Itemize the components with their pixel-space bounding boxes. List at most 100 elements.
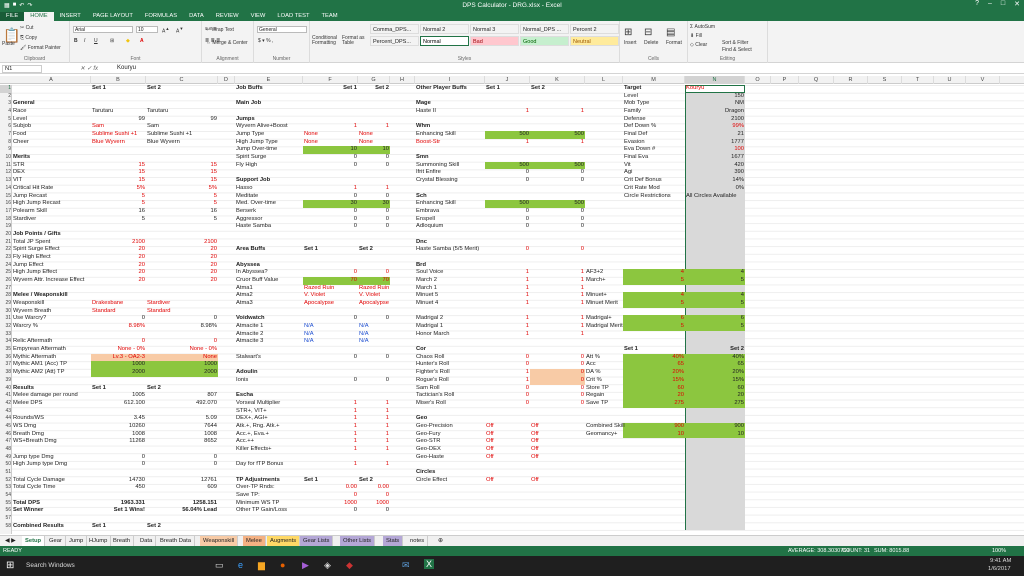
row-header-12[interactable]: 12 bbox=[0, 169, 12, 177]
column-header-T[interactable]: T bbox=[902, 76, 934, 84]
cell-L25[interactable]: AF3+2 bbox=[586, 269, 603, 277]
edge-browser-icon[interactable]: e bbox=[238, 560, 243, 570]
cell-J39[interactable]: 1 bbox=[485, 377, 529, 385]
cell-K32[interactable]: 1 bbox=[530, 323, 584, 331]
cell-J29[interactable]: 1 bbox=[485, 300, 529, 308]
cell-L41[interactable]: Regain bbox=[586, 392, 604, 400]
cell-N7[interactable]: 21 bbox=[685, 131, 744, 139]
cell-I38[interactable]: Fighter's Roll bbox=[416, 369, 450, 377]
cell-F26[interactable]: 70 bbox=[303, 277, 357, 285]
cell-A18[interactable]: Stardiver bbox=[13, 216, 36, 224]
cell-F45[interactable]: 1 bbox=[303, 423, 357, 431]
sheet-tab-gear-lists[interactable]: Gear Lists bbox=[300, 536, 334, 546]
cell-F15[interactable]: 0 bbox=[303, 193, 357, 201]
cell-B50[interactable]: 0 bbox=[91, 461, 145, 469]
row-header-19[interactable]: 19 bbox=[0, 223, 12, 231]
row-header-53[interactable]: 53 bbox=[0, 484, 12, 492]
format-painter-button[interactable]: 🖌 Format Painter bbox=[20, 45, 61, 51]
row-header-31[interactable]: 31 bbox=[0, 315, 12, 323]
cell-A38[interactable]: Mythic AM2 (Att) TP bbox=[13, 369, 64, 377]
cell-E56[interactable]: Other TP Gain/Loss bbox=[236, 507, 287, 515]
cell-M31[interactable]: 6 bbox=[623, 315, 684, 323]
cell-I25[interactable]: Soul Voice bbox=[416, 269, 443, 277]
cell-K26[interactable]: 1 bbox=[530, 277, 584, 285]
cell-K25[interactable]: 1 bbox=[530, 269, 584, 277]
cell-N9[interactable]: 100 bbox=[685, 146, 744, 154]
row-header-11[interactable]: 11 bbox=[0, 162, 12, 170]
minimize-icon[interactable]: – bbox=[988, 0, 992, 8]
cell-G9[interactable]: 10 bbox=[358, 146, 389, 154]
cell-I29[interactable]: Minuet 4 bbox=[416, 300, 438, 308]
cell-C40[interactable]: Set 2 bbox=[147, 385, 161, 393]
cell-A30[interactable]: Wyvern Breath bbox=[13, 308, 51, 316]
underline-button[interactable]: U bbox=[94, 38, 98, 44]
sheet-nav-arrows-icon[interactable]: ◀ ▶ bbox=[2, 536, 19, 546]
column-header-F[interactable]: F bbox=[303, 76, 358, 84]
column-header-S[interactable]: S bbox=[868, 76, 902, 84]
cell-M13[interactable]: Crit Def Bonus bbox=[624, 177, 662, 185]
cell-G17[interactable]: 0 bbox=[358, 208, 389, 216]
cell-K13[interactable]: 0 bbox=[530, 177, 584, 185]
cell-A37[interactable]: Mythic AM1 (Acc) TP bbox=[13, 361, 67, 369]
cell-L29[interactable]: Minuet Merit bbox=[586, 300, 618, 308]
cell-C25[interactable]: 20 bbox=[146, 269, 217, 277]
cell-G39[interactable]: 0 bbox=[358, 377, 389, 385]
cell-B35[interactable]: None - 0% bbox=[91, 346, 145, 354]
cell-K45[interactable]: Off bbox=[531, 423, 539, 431]
format-cells-icon[interactable]: ▤ bbox=[666, 27, 675, 38]
cell-A42[interactable]: Melee DPS bbox=[13, 400, 42, 408]
cell-N31[interactable]: 6 bbox=[685, 315, 744, 323]
search-box[interactable]: Search Windows bbox=[26, 562, 75, 569]
grow-font-button[interactable]: A▲ bbox=[162, 26, 169, 35]
row-header-50[interactable]: 50 bbox=[0, 461, 12, 469]
cell-A24[interactable]: Jump Effect bbox=[13, 262, 44, 270]
cell-K11[interactable]: 500 bbox=[530, 162, 584, 170]
cell-E45[interactable]: Atk.+, Rng. Atk.+ bbox=[236, 423, 280, 431]
cell-A23[interactable]: Fly High Effect bbox=[13, 254, 51, 262]
cell-E33[interactable]: Atmacite 2 bbox=[236, 331, 263, 339]
cell-B32[interactable]: 8.98% bbox=[91, 323, 145, 331]
row-header-15[interactable]: 15 bbox=[0, 193, 12, 201]
cell-L36[interactable]: Att % bbox=[586, 354, 600, 362]
cell-F32[interactable]: N/A bbox=[304, 323, 314, 331]
cell-J18[interactable]: 0 bbox=[485, 216, 529, 224]
cell-L39[interactable]: Crit % bbox=[586, 377, 602, 385]
row-header-34[interactable]: 34 bbox=[0, 338, 12, 346]
cell-style-5[interactable]: Percent_DPS... bbox=[370, 36, 419, 46]
delete-button[interactable]: Delete bbox=[644, 40, 658, 46]
ribbon-tab-review[interactable]: REVIEW bbox=[210, 12, 245, 21]
column-header-O[interactable]: O bbox=[745, 76, 771, 84]
row-header-36[interactable]: 36 bbox=[0, 354, 12, 362]
cell-F44[interactable]: 1 bbox=[303, 415, 357, 423]
cell-N2[interactable]: 150 bbox=[685, 93, 744, 101]
cell-E44[interactable]: DEX+, AGI+ bbox=[236, 415, 268, 423]
row-header-13[interactable]: 13 bbox=[0, 177, 12, 185]
cell-K31[interactable]: 1 bbox=[530, 315, 584, 323]
cell-I7[interactable]: Enhancing Skill bbox=[416, 131, 456, 139]
cell-E10[interactable]: Spirit Surge bbox=[236, 154, 266, 162]
cell-B6[interactable]: Sam bbox=[92, 123, 104, 131]
cell-B23[interactable]: 20 bbox=[91, 254, 145, 262]
cell-F29[interactable]: Apocalypse bbox=[304, 300, 334, 308]
cell-J1[interactable]: Set 1 bbox=[486, 85, 500, 93]
cell-K41[interactable]: 0 bbox=[530, 392, 584, 400]
cell-F7[interactable]: None bbox=[304, 131, 318, 139]
cell-N12[interactable]: 390 bbox=[685, 169, 744, 177]
ribbon-tab-home[interactable]: HOME bbox=[24, 12, 54, 21]
delete-cells-icon[interactable]: ⊟ bbox=[644, 27, 652, 38]
row-header-58[interactable]: 58 bbox=[0, 523, 12, 531]
cell-C31[interactable]: 0 bbox=[146, 315, 217, 323]
cell-I21[interactable]: Dnc bbox=[416, 239, 427, 247]
cell-B1[interactable]: Set 1 bbox=[92, 85, 106, 93]
cell-B14[interactable]: 5% bbox=[91, 185, 145, 193]
cell-E26[interactable]: Cruor Buff Value bbox=[236, 277, 278, 285]
cell-A17[interactable]: Polearm Skill bbox=[13, 208, 47, 216]
row-header-24[interactable]: 24 bbox=[0, 262, 12, 270]
cell-I22[interactable]: Haste Samba (5/5 Merit) bbox=[416, 246, 479, 254]
cell-F19[interactable]: 0 bbox=[303, 223, 357, 231]
cell-A22[interactable]: Spirit Surge Effect bbox=[13, 246, 60, 254]
cell-I36[interactable]: Chaos Roll bbox=[416, 354, 444, 362]
number-format-select[interactable]: General bbox=[257, 26, 307, 33]
italic-button[interactable]: I bbox=[84, 38, 85, 44]
cell-L38[interactable]: DA % bbox=[586, 369, 601, 377]
